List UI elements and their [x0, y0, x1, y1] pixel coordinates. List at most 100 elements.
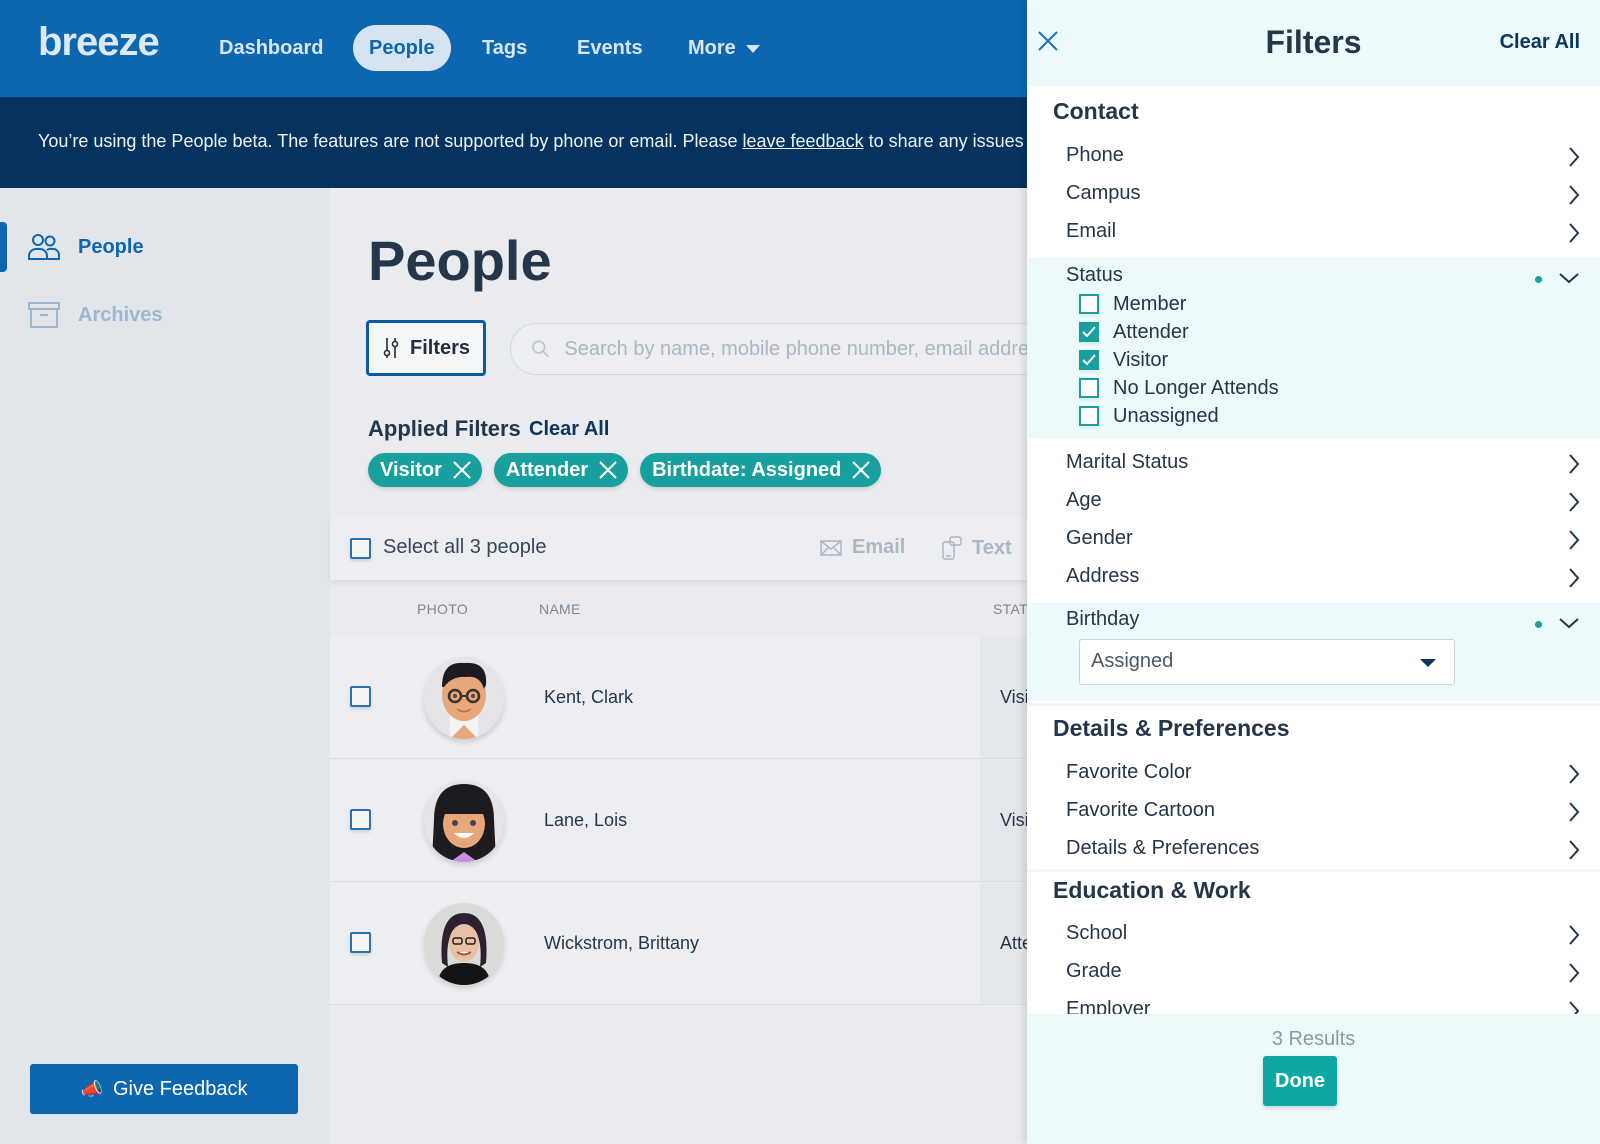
applied-filters-label: Applied Filters: [368, 416, 521, 441]
row-checkbox[interactable]: [350, 932, 371, 953]
select-all-checkbox[interactable]: [350, 538, 371, 559]
chevron-down-icon[interactable]: [1558, 272, 1580, 284]
filter-item-favorite-color[interactable]: Favorite Color: [1027, 755, 1600, 793]
filter-status-toggle[interactable]: Status: [1066, 264, 1123, 287]
chevron-right-icon: [1569, 530, 1580, 550]
nav-dashboard[interactable]: Dashboard: [203, 25, 339, 71]
row-checkbox[interactable]: [350, 686, 371, 707]
bulk-action-bar: Select all 3 people Email Text: [330, 518, 1030, 580]
filter-item-gender[interactable]: Gender: [1027, 521, 1600, 559]
nav-tags[interactable]: Tags: [466, 25, 543, 71]
email-action-label: Email: [852, 536, 906, 558]
nav-more[interactable]: More: [672, 25, 776, 71]
give-feedback-button[interactable]: 📣 Give Feedback: [30, 1064, 298, 1114]
close-icon[interactable]: [851, 460, 871, 480]
table-row[interactable]: Kent, Clark Visitor: [330, 637, 1050, 759]
person-name[interactable]: Wickstrom, Brittany: [544, 933, 699, 954]
chip-label: Attender: [505, 458, 589, 481]
table-row[interactable]: Wickstrom, Brittany Attender: [330, 883, 1068, 1005]
sidebar-item-archives[interactable]: Archives: [0, 290, 330, 340]
person-name[interactable]: Lane, Lois: [544, 810, 627, 831]
option-label: Member: [1113, 292, 1187, 315]
email-action-button[interactable]: Email: [820, 536, 905, 559]
person-name[interactable]: Kent, Clark: [544, 687, 633, 708]
chevron-right-icon: [1569, 492, 1580, 512]
search-input[interactable]: [564, 337, 1069, 361]
filters-scroll-area[interactable]: Contact Phone Campus Email Status Member…: [1027, 86, 1600, 1014]
breeze-logo[interactable]: breeze: [38, 20, 160, 65]
checkbox-checked[interactable]: [1079, 322, 1099, 342]
filter-item-favorite-cartoon[interactable]: Favorite Cartoon: [1027, 793, 1600, 831]
filter-item-campus[interactable]: Campus: [1027, 176, 1600, 214]
status-option-attender[interactable]: Attender: [1079, 318, 1189, 346]
close-icon[interactable]: [598, 460, 618, 480]
status-option-visitor[interactable]: Visitor: [1079, 346, 1168, 374]
sidebar-item-people[interactable]: People: [0, 222, 330, 272]
option-label: Attender: [1113, 320, 1189, 343]
avatar[interactable]: [424, 780, 504, 862]
filter-item-grade[interactable]: Grade: [1027, 954, 1600, 992]
column-header-name[interactable]: NAME: [539, 601, 581, 617]
nav-people[interactable]: People: [353, 25, 451, 71]
filter-item-address[interactable]: Address: [1027, 559, 1600, 597]
filter-group-status: Status Member Attender Visitor No Longer…: [1027, 258, 1600, 438]
chevron-right-icon: [1569, 147, 1580, 167]
chevron-right-icon: [1569, 185, 1580, 205]
sidebar: People Archives: [0, 188, 330, 1144]
filters-button[interactable]: Filters: [366, 320, 486, 376]
table-row[interactable]: Lane, Lois Visitor: [330, 760, 1050, 882]
filter-item-label: Employer: [1066, 998, 1151, 1014]
filter-item-details-preferences[interactable]: Details & Preferences: [1027, 831, 1600, 869]
cartoon-woman-avatar: [424, 780, 504, 862]
filter-item-phone[interactable]: Phone: [1027, 138, 1600, 176]
panel-clear-all-button[interactable]: Clear All: [1500, 31, 1580, 54]
birthday-select[interactable]: Assigned: [1079, 639, 1455, 685]
active-filter-dot: [1535, 621, 1542, 628]
filter-item-label: Gender: [1066, 527, 1133, 549]
status-option-unassigned[interactable]: Unassigned: [1079, 402, 1219, 430]
chevron-right-icon: [1569, 925, 1580, 945]
filters-button-label: Filters: [409, 336, 471, 359]
text-action-button[interactable]: Text: [942, 536, 1012, 560]
select-all-label: Select all 3 people: [383, 536, 547, 558]
nav-events[interactable]: Events: [561, 25, 659, 71]
filter-item-label: Favorite Cartoon: [1066, 799, 1215, 821]
divider: [1027, 703, 1600, 706]
filters-panel: Filters Clear All Contact Phone Campus E…: [1027, 0, 1600, 1144]
filter-chip-attender[interactable]: Attender: [493, 453, 629, 487]
filter-item-marital-status[interactable]: Marital Status: [1027, 445, 1600, 483]
chevron-right-icon: [1569, 802, 1580, 822]
nav-more-label: More: [688, 37, 736, 59]
row-checkbox[interactable]: [350, 809, 371, 830]
filter-item-school[interactable]: School: [1027, 916, 1600, 954]
status-option-member[interactable]: Member: [1079, 290, 1186, 318]
filter-item-label: Campus: [1066, 182, 1141, 204]
checkbox-checked[interactable]: [1079, 350, 1099, 370]
leave-feedback-link[interactable]: leave feedback: [742, 131, 863, 151]
filter-chip-birthdate[interactable]: Birthdate: Assigned: [640, 453, 882, 487]
cartoon-man-avatar: [424, 657, 504, 739]
applied-filter-chips: Visitor Attender Birthdate: Assigned: [368, 453, 882, 487]
status-option-no-longer-attends[interactable]: No Longer Attends: [1079, 374, 1279, 402]
filter-item-age[interactable]: Age: [1027, 483, 1600, 521]
envelope-icon: [820, 539, 842, 556]
search-field[interactable]: [510, 323, 1070, 375]
active-indicator: [0, 222, 7, 272]
chip-label: Birthdate: Assigned: [652, 458, 842, 481]
clear-all-filters-link[interactable]: Clear All: [529, 418, 609, 441]
avatar[interactable]: [424, 657, 504, 739]
filter-item-employer[interactable]: Employer: [1027, 992, 1600, 1014]
filter-chip-visitor[interactable]: Visitor: [368, 453, 482, 487]
checkbox[interactable]: [1079, 294, 1099, 314]
birthday-select-value: Assigned: [1091, 650, 1174, 672]
filter-item-email[interactable]: Email: [1027, 214, 1600, 252]
chevron-down-icon[interactable]: [1558, 617, 1580, 629]
chevron-right-icon: [1569, 1001, 1580, 1014]
checkbox[interactable]: [1079, 378, 1099, 398]
filter-birthday-toggle[interactable]: Birthday: [1066, 608, 1139, 631]
close-icon[interactable]: [452, 460, 472, 480]
avatar[interactable]: [424, 903, 504, 985]
done-button[interactable]: Done: [1263, 1056, 1337, 1106]
checkmark-icon: [1082, 326, 1096, 338]
checkbox[interactable]: [1079, 406, 1099, 426]
